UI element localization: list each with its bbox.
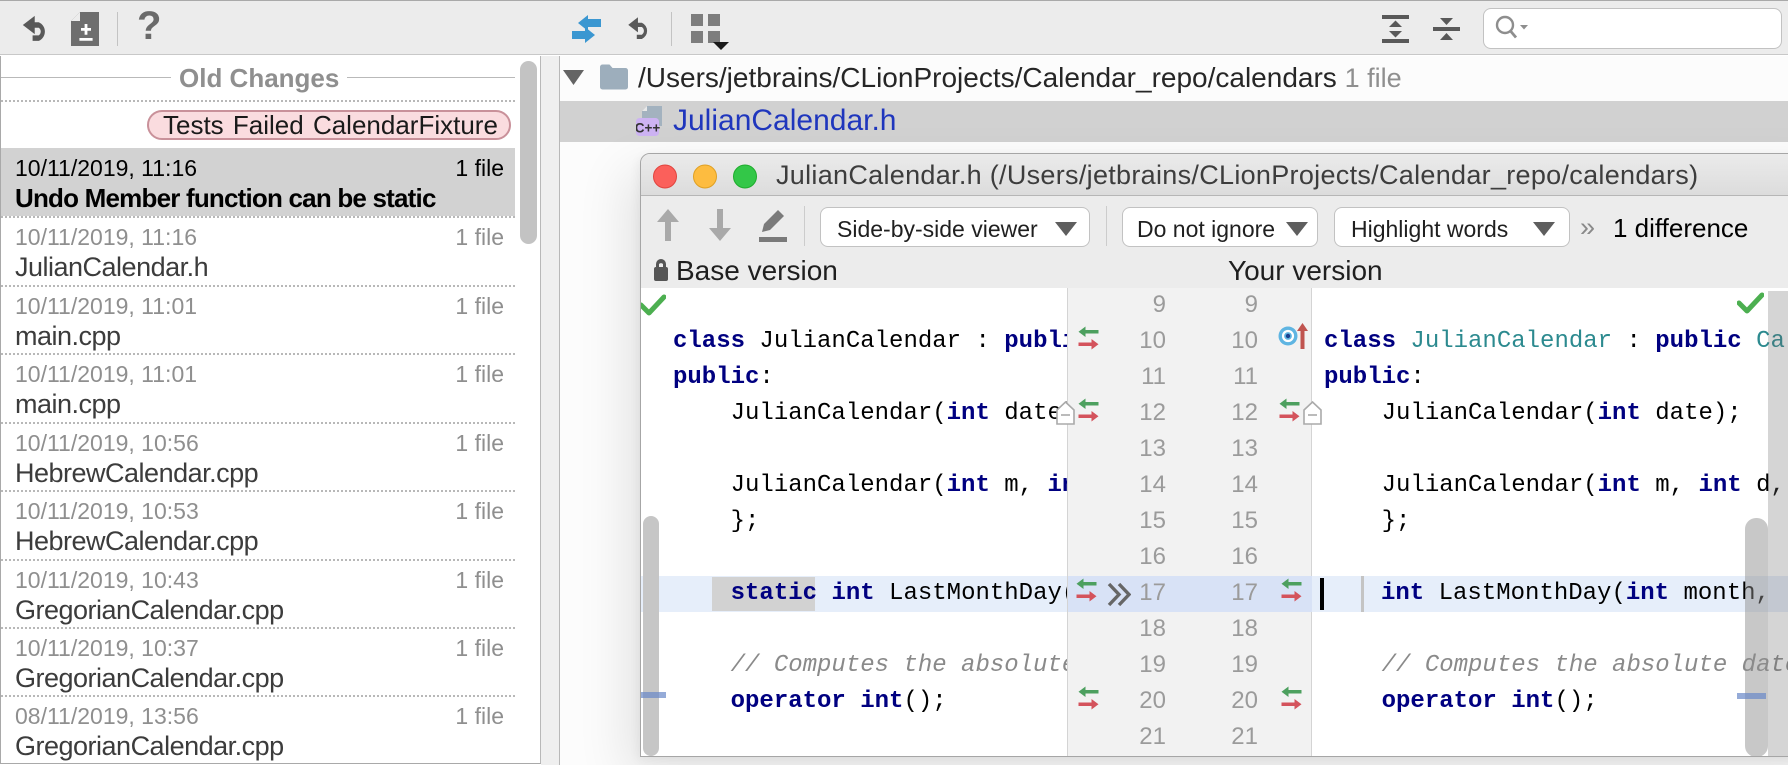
svg-text:C++: C++ [636, 121, 660, 136]
